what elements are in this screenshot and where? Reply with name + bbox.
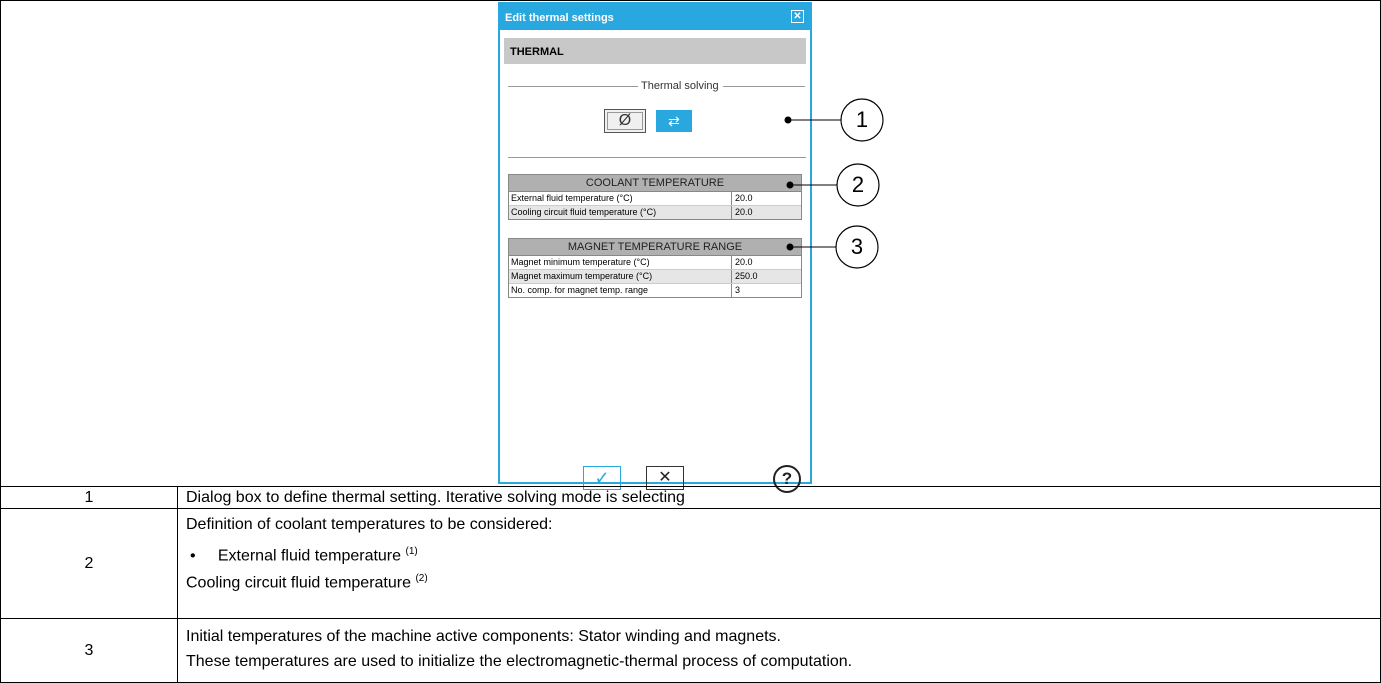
- line-text: Cooling circuit fluid temperature: [186, 574, 411, 592]
- row-line: Definition of coolant temperatures to be…: [186, 516, 553, 533]
- footnote-ref: (2): [415, 573, 428, 585]
- table-row: 3 Initial temperatures of the machine ac…: [0, 618, 1381, 683]
- bullet-text: External fluid temperature: [217, 547, 402, 565]
- callout-number-2: 2: [851, 172, 865, 197]
- callout-number-3: 3: [850, 234, 864, 259]
- row-line: These temperatures are used to initializ…: [186, 653, 853, 670]
- row-number: 2: [1, 509, 178, 619]
- footnote-ref: (1): [405, 546, 418, 557]
- row-number: 1: [1, 487, 178, 508]
- row-description: Initial temperatures of the machine acti…: [186, 627, 852, 671]
- row-description: Definition of coolant temperatures to be…: [186, 515, 552, 593]
- row-description: Dialog box to define thermal setting. It…: [186, 489, 685, 506]
- callout-number-1: 1: [855, 107, 869, 132]
- table-row: 2 Definition of coolant temperatures to …: [0, 508, 1381, 619]
- row-line: Initial temperatures of the machine acti…: [186, 628, 781, 645]
- bullet-item: • External fluid temperature (1): [190, 546, 418, 565]
- row-number: 3: [1, 619, 178, 683]
- table-row: 1 Dialog box to define thermal setting. …: [0, 486, 1381, 508]
- row-line: Cooling circuit fluid temperature (2): [186, 569, 552, 592]
